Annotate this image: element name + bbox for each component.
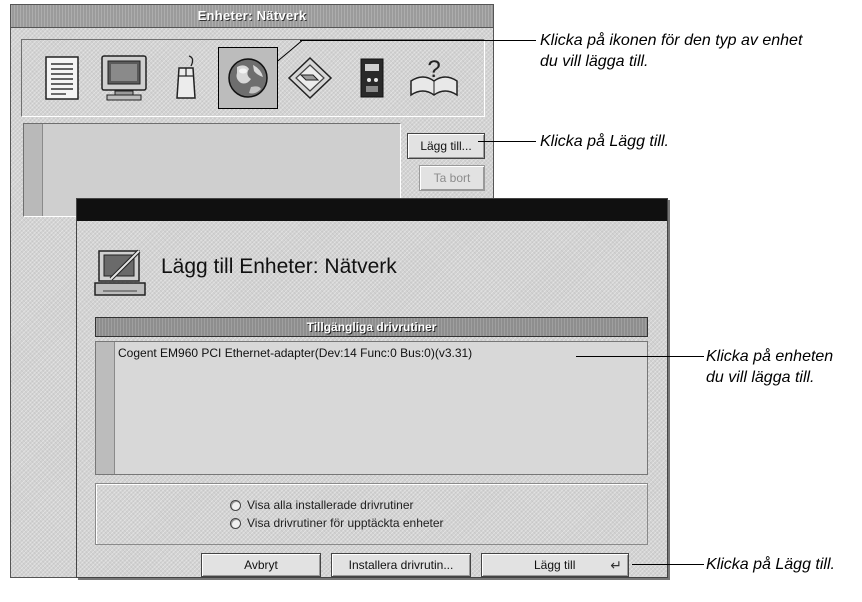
dialog-title-bar[interactable] — [77, 199, 667, 221]
help-book-icon[interactable]: ? — [404, 47, 464, 109]
monitor-icon[interactable] — [94, 47, 154, 109]
window-title: Enheter: Nätverk — [197, 8, 307, 23]
available-drivers-header: Tillgängliga drivrutiner — [95, 317, 648, 337]
callout-line-2: du vill lägga till. — [540, 53, 649, 70]
install-driver-button[interactable]: Installera drivrutin... — [331, 553, 471, 577]
available-drivers-label: Tillgängliga drivrutiner — [306, 320, 437, 334]
radio-label: Visa alla installerade drivrutiner — [247, 498, 414, 512]
callout-line-2: du vill lägga till. — [706, 369, 815, 386]
modem-icon[interactable] — [342, 47, 402, 109]
svg-text:?: ? — [427, 56, 440, 83]
show-detected-drivers-option[interactable]: Visa drivrutiner för upptäckta enheter — [230, 516, 444, 530]
radio-button[interactable] — [230, 517, 241, 529]
add-network-device-dialog: Lägg till Enheter: Nätverk Tillgängliga … — [76, 198, 668, 578]
callout-line-icon — [300, 40, 536, 41]
globe-network-icon[interactable] — [218, 47, 278, 109]
driver-filter-options: Visa alla installerade drivrutiner Visa … — [95, 483, 648, 545]
dialog-title: Lägg till Enheter: Nätverk — [161, 255, 397, 278]
window-title-bar[interactable]: Enheter: Nätverk — [11, 5, 493, 28]
radio-button[interactable] — [230, 499, 241, 511]
callout-line-device — [576, 356, 704, 357]
callout-device-text: Klicka på enheten du vill lägga till. — [706, 346, 833, 388]
add-button[interactable]: Lägg till ↵ — [481, 553, 629, 577]
add-button-label: Lägg till — [534, 558, 576, 572]
document-icon[interactable] — [32, 47, 92, 109]
show-all-drivers-option[interactable]: Visa alla installerade drivrutiner — [230, 498, 414, 512]
list-margin — [96, 342, 115, 474]
driver-list[interactable]: Cogent EM960 PCI Ethernet-adapter(Dev:14… — [95, 341, 648, 475]
list-margin — [24, 124, 43, 216]
callout-line-add1 — [478, 141, 536, 142]
mouse-icon[interactable] — [156, 47, 216, 109]
remove-device-button[interactable]: Ta bort — [419, 165, 485, 191]
callout-line-add2 — [632, 564, 704, 565]
callout-line-1: Klicka på ikonen för den typ av enhet — [540, 32, 803, 49]
radio-label: Visa drivrutiner för upptäckta enheter — [247, 516, 444, 530]
device-type-toolbar: ? — [21, 39, 485, 117]
computer-wrench-icon — [93, 247, 151, 299]
driver-list-item[interactable]: Cogent EM960 PCI Ethernet-adapter(Dev:14… — [118, 346, 472, 360]
cancel-button[interactable]: Avbryt — [201, 553, 321, 577]
drive-diamond-icon[interactable] — [280, 47, 340, 109]
callout-icon-text: Klicka på ikonen för den typ av enhet du… — [540, 30, 802, 72]
callout-line-1: Klicka på enheten — [706, 348, 834, 365]
add-device-button[interactable]: Lägg till... — [407, 133, 485, 159]
callout-add1-text: Klicka på Lägg till. — [540, 133, 669, 150]
callout-add2-text: Klicka på Lägg till. — [706, 556, 835, 573]
return-key-icon: ↵ — [610, 557, 622, 573]
